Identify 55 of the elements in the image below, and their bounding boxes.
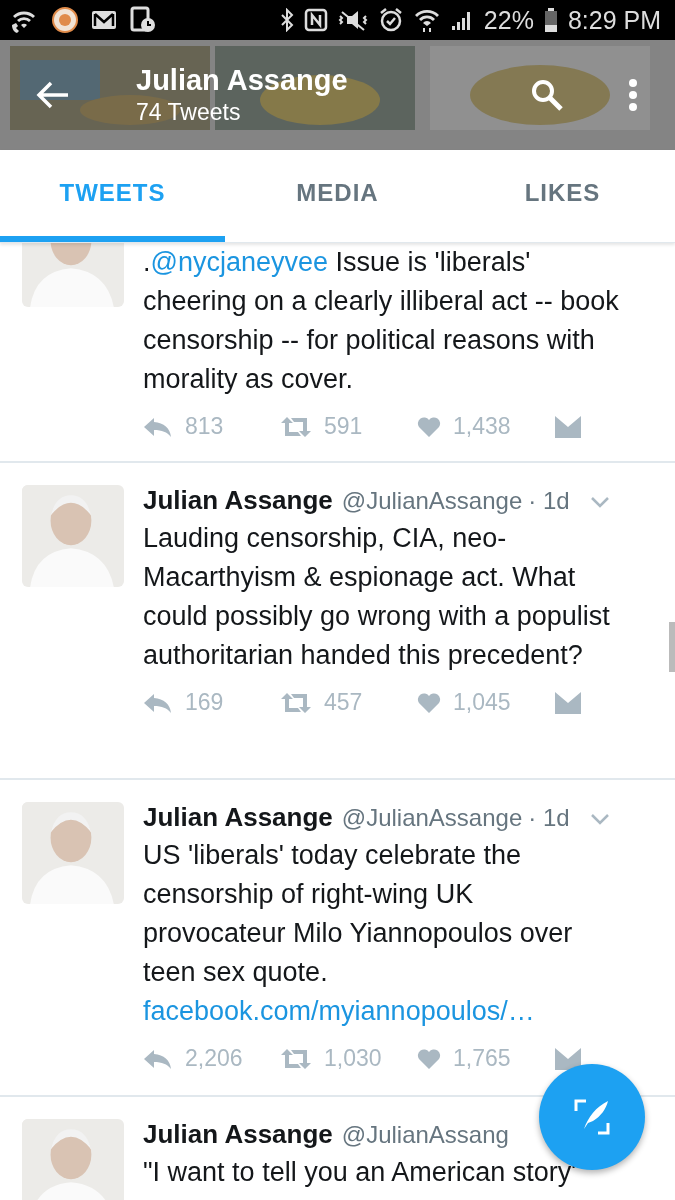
device-clock-icon xyxy=(130,6,156,34)
clock-time: 8:29 PM xyxy=(567,5,661,35)
tweet-text: .@nycjaneyvee Issue is 'liberals' cheering on a clearly illiberal act -- book censorship -- for political reasons with morality as cover. xyxy=(143,246,620,396)
wifi-icon xyxy=(413,7,440,33)
author-name: Julian Assange xyxy=(143,802,333,833)
reply-count: 813 xyxy=(185,413,224,440)
reply-icon[interactable] xyxy=(143,415,173,438)
scroll-thumb[interactable] xyxy=(669,622,675,672)
heart-icon[interactable] xyxy=(417,1047,441,1070)
search-icon[interactable] xyxy=(530,78,564,112)
profile-name: Julian Assange xyxy=(136,64,349,97)
retweet-count: 1,030 xyxy=(324,1045,382,1072)
compose-quill-icon xyxy=(572,1097,612,1137)
author-name: Julian Assange xyxy=(143,1119,333,1150)
envelope-icon[interactable] xyxy=(554,690,582,715)
retweet-icon[interactable] xyxy=(280,1047,312,1070)
retweet-icon[interactable] xyxy=(280,691,312,714)
reply-count: 169 xyxy=(185,689,224,716)
like-count: 1,438 xyxy=(453,413,511,440)
bluetooth-icon xyxy=(279,8,294,32)
more-menu-icon[interactable] xyxy=(628,78,638,112)
chevron-down-icon[interactable] xyxy=(589,496,610,508)
author-handle: @JulianAssange xyxy=(341,804,523,832)
tweet-text: US 'liberals' today celebrate the censorship of right-wing UK provocateur Milo Yiannopoulos over teen sex quote. facebook.com/myiannopoulos/… xyxy=(143,839,574,1028)
author-handle: @JulianAssang xyxy=(341,1121,509,1149)
author-name: Julian Assange xyxy=(143,485,333,516)
tweet-time: · 1d xyxy=(528,804,570,832)
heart-icon[interactable] xyxy=(417,415,441,438)
tweet-count: 74 Tweets xyxy=(136,99,242,126)
tweet-link[interactable]: @nycjaneyvee xyxy=(150,247,329,277)
reply-count: 2,206 xyxy=(185,1045,243,1072)
envelope-icon[interactable] xyxy=(554,1046,582,1071)
battery-percent: 22% xyxy=(483,5,534,35)
retweet-count: 457 xyxy=(324,689,363,716)
retweet-count: 591 xyxy=(324,413,363,440)
profile-tab[interactable]: TWEETS xyxy=(0,150,225,242)
reply-icon[interactable] xyxy=(143,691,173,714)
back-arrow-icon[interactable] xyxy=(36,80,70,110)
chevron-down-icon[interactable] xyxy=(589,813,610,825)
tweet-text: Lauding censorship, CIA, neo-Macarthyism & espionage act. What could possibly go wrong with a populist authoritarian handed this precedent? xyxy=(143,522,611,672)
profile-tab[interactable]: LIKES xyxy=(450,150,675,242)
profile-tab[interactable]: MEDIA xyxy=(225,150,450,242)
heart-icon[interactable] xyxy=(417,691,441,714)
mail-icon xyxy=(90,9,118,31)
author-handle: @JulianAssange xyxy=(341,487,523,515)
tweet-time: · 1d xyxy=(528,487,570,515)
retweet-icon[interactable] xyxy=(280,415,312,438)
battery-icon xyxy=(543,7,558,33)
reply-icon[interactable] xyxy=(143,1047,173,1070)
like-count: 1,765 xyxy=(453,1045,511,1072)
mute-vibrate-icon xyxy=(337,8,368,32)
nfc-icon xyxy=(303,8,328,32)
tweet-link[interactable]: facebook.com/myiannopoulos/… xyxy=(143,996,535,1026)
envelope-icon[interactable] xyxy=(554,414,582,439)
like-count: 1,045 xyxy=(453,689,511,716)
